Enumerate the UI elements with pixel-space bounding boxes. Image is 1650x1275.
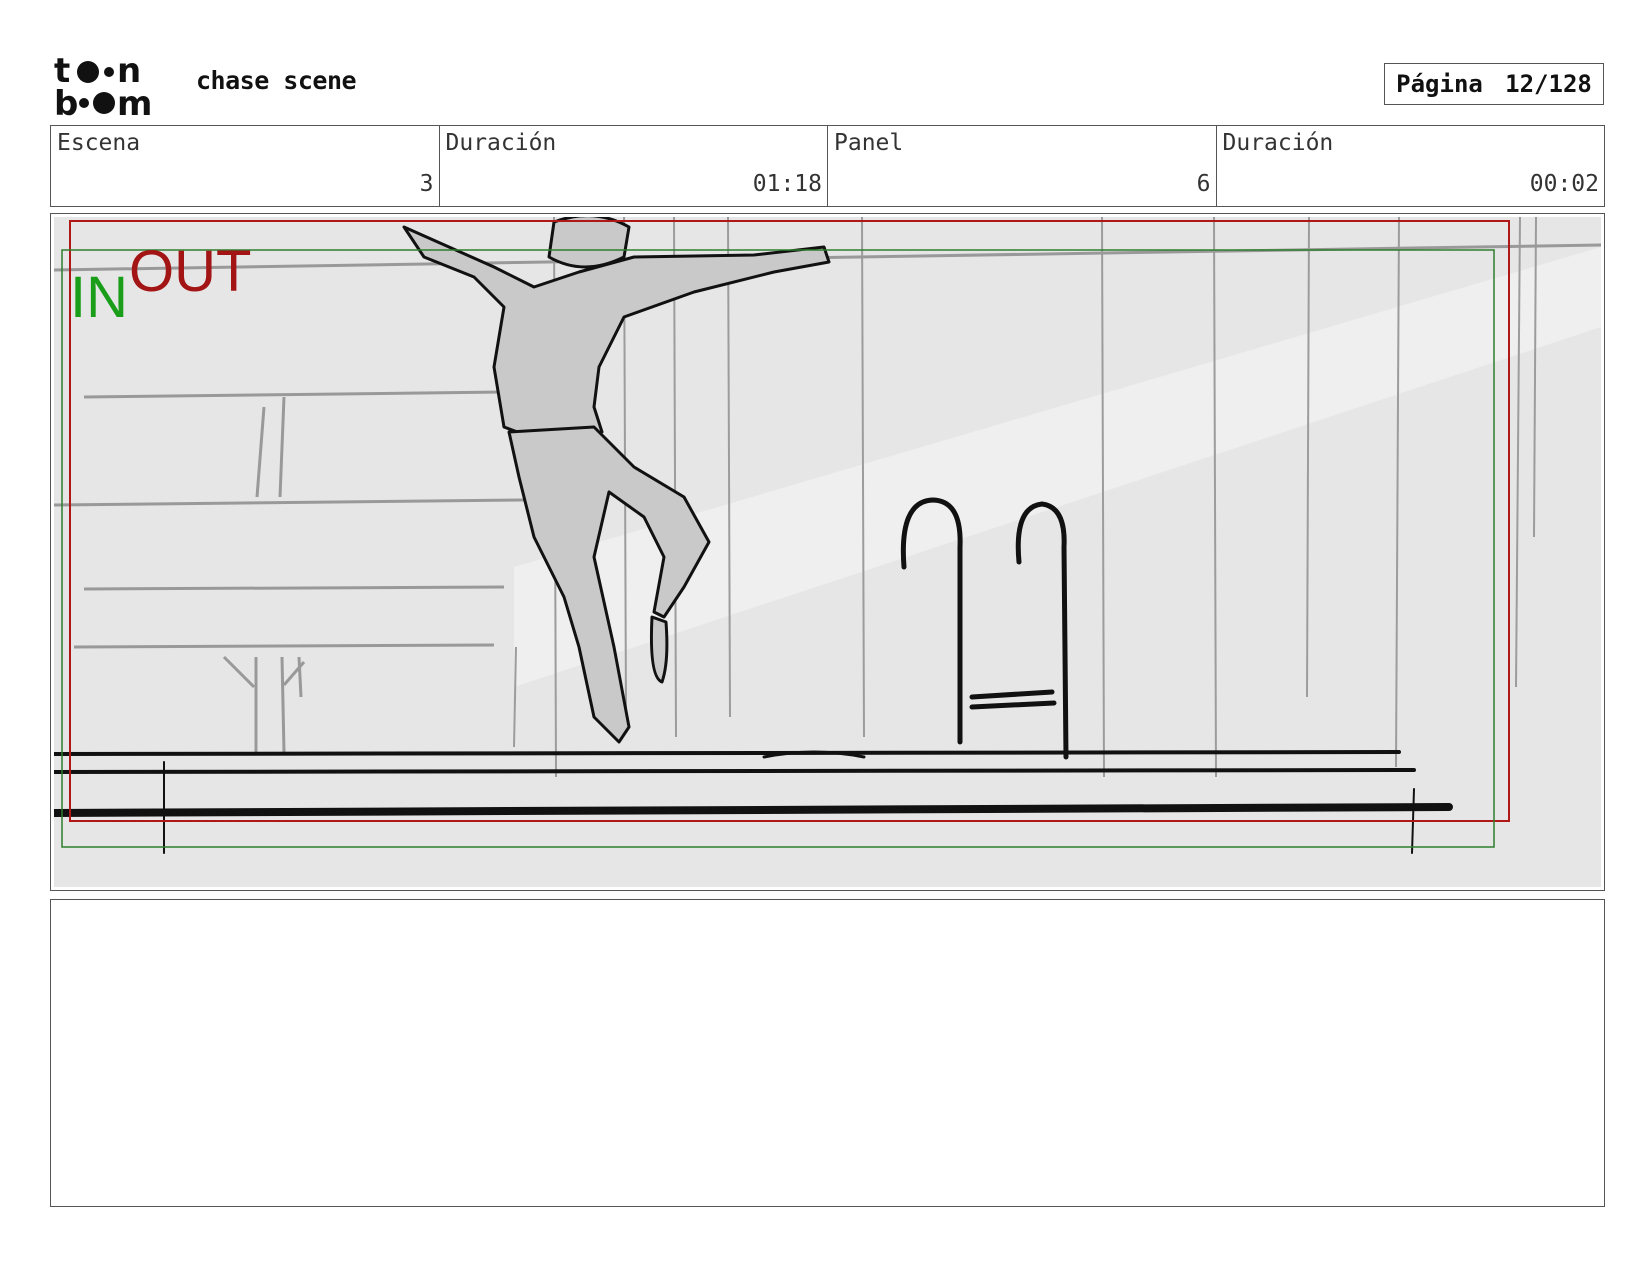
page-label: Página bbox=[1396, 70, 1483, 98]
panel-info-row: Escena 3 Duración 01:18 Panel 6 Duración… bbox=[50, 125, 1605, 207]
out-marker: OUT bbox=[129, 239, 251, 304]
scene-value: 3 bbox=[419, 171, 434, 197]
page-number: 12/128 bbox=[1505, 70, 1592, 98]
storyboard-panel: OUT IN bbox=[50, 213, 1605, 891]
toon-boom-logo: t n b m bbox=[54, 54, 152, 118]
panel-value: 6 bbox=[1196, 171, 1211, 197]
panel-label: Panel bbox=[834, 130, 904, 156]
scene-cell: Escena 3 bbox=[51, 126, 440, 206]
page-indicator: Página 12/128 bbox=[1384, 63, 1604, 105]
project-title: chase scene bbox=[196, 66, 357, 95]
scene-duration-label: Duración bbox=[445, 130, 557, 156]
svg-text:b: b bbox=[54, 84, 78, 118]
svg-text:m: m bbox=[117, 84, 152, 118]
panel-notes bbox=[50, 899, 1605, 1207]
panel-duration-label: Duración bbox=[1222, 130, 1334, 156]
panel-duration-value: 00:02 bbox=[1529, 171, 1599, 197]
scene-label: Escena bbox=[57, 130, 141, 156]
panel-sketch: OUT IN bbox=[54, 217, 1601, 887]
in-marker: IN bbox=[70, 265, 128, 330]
panel-cell: Panel 6 bbox=[828, 126, 1217, 206]
scene-duration-cell: Duración 01:18 bbox=[440, 126, 828, 206]
panel-duration-cell: Duración 00:02 bbox=[1217, 126, 1605, 206]
scene-duration-value: 01:18 bbox=[752, 171, 822, 197]
